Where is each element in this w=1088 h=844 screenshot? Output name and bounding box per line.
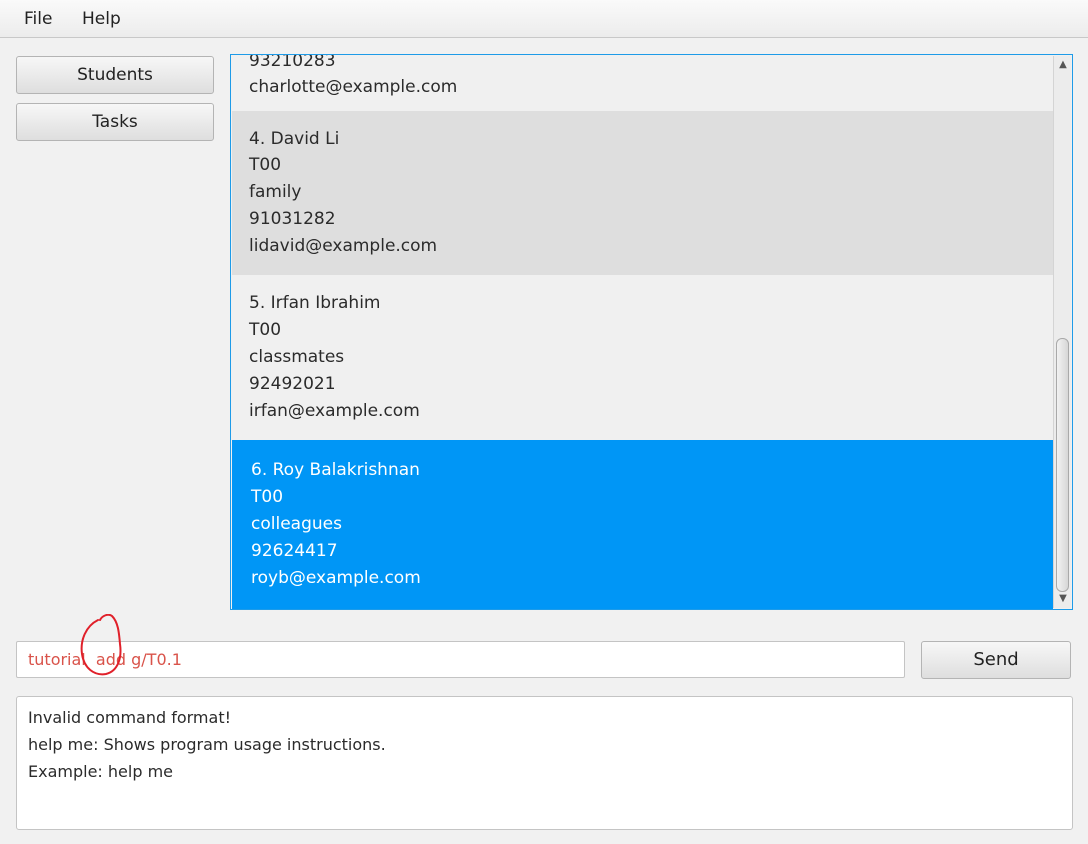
student-phone: 91031282: [249, 209, 336, 229]
student-email: irfan@example.com: [249, 401, 420, 421]
student-title: 6. Roy Balakrishnan: [251, 460, 420, 480]
list-item-student[interactable]: 5. Irfan Ibrahim T00 classmates 92492021…: [232, 275, 1053, 440]
student-phone: 92492021: [249, 374, 336, 394]
student-list: 93210283 charlotte@example.com 4. David …: [232, 55, 1053, 609]
student-tag: family: [249, 182, 302, 202]
list-item-partial[interactable]: 93210283 charlotte@example.com: [232, 55, 1053, 111]
student-tutorial: T00: [251, 487, 284, 507]
student-list-panel[interactable]: 93210283 charlotte@example.com 4. David …: [230, 54, 1073, 610]
send-button[interactable]: Send: [921, 641, 1071, 679]
student-email: royb@example.com: [251, 568, 421, 588]
list-scrollbar[interactable]: ▲ ▼: [1053, 56, 1071, 608]
command-input[interactable]: [16, 641, 905, 678]
student-phone: 93210283: [249, 55, 336, 71]
result-display: Invalid command format! help me: Shows p…: [16, 696, 1073, 830]
list-item-student-selected[interactable]: 6. Roy Balakrishnan T00 colleagues 92624…: [232, 440, 1053, 609]
student-email: lidavid@example.com: [249, 236, 438, 256]
students-button[interactable]: Students: [16, 56, 214, 94]
student-title: 4. David Li: [249, 129, 340, 149]
chevron-down-icon[interactable]: ▼: [1057, 593, 1069, 605]
result-line: Example: help me: [28, 762, 173, 781]
result-line: Invalid command format!: [28, 708, 232, 727]
tasks-button[interactable]: Tasks: [16, 103, 214, 141]
student-email: charlotte@example.com: [249, 77, 458, 97]
student-tutorial: T00: [249, 320, 282, 340]
list-item-student[interactable]: 4. David Li T00 family 91031282 lidavid@…: [232, 111, 1053, 275]
chevron-up-icon[interactable]: ▲: [1057, 59, 1069, 71]
menu-help[interactable]: Help: [82, 9, 121, 29]
menu-file[interactable]: File: [24, 9, 52, 29]
menu-bar: File Help: [0, 0, 1088, 38]
student-tag: classmates: [249, 347, 345, 367]
result-line: help me: Shows program usage instruction…: [28, 735, 386, 754]
student-tutorial: T00: [249, 155, 282, 175]
student-phone: 92624417: [251, 541, 338, 561]
student-tag: colleagues: [251, 514, 342, 534]
scrollbar-thumb[interactable]: [1056, 338, 1069, 592]
student-title: 5. Irfan Ibrahim: [249, 293, 381, 313]
